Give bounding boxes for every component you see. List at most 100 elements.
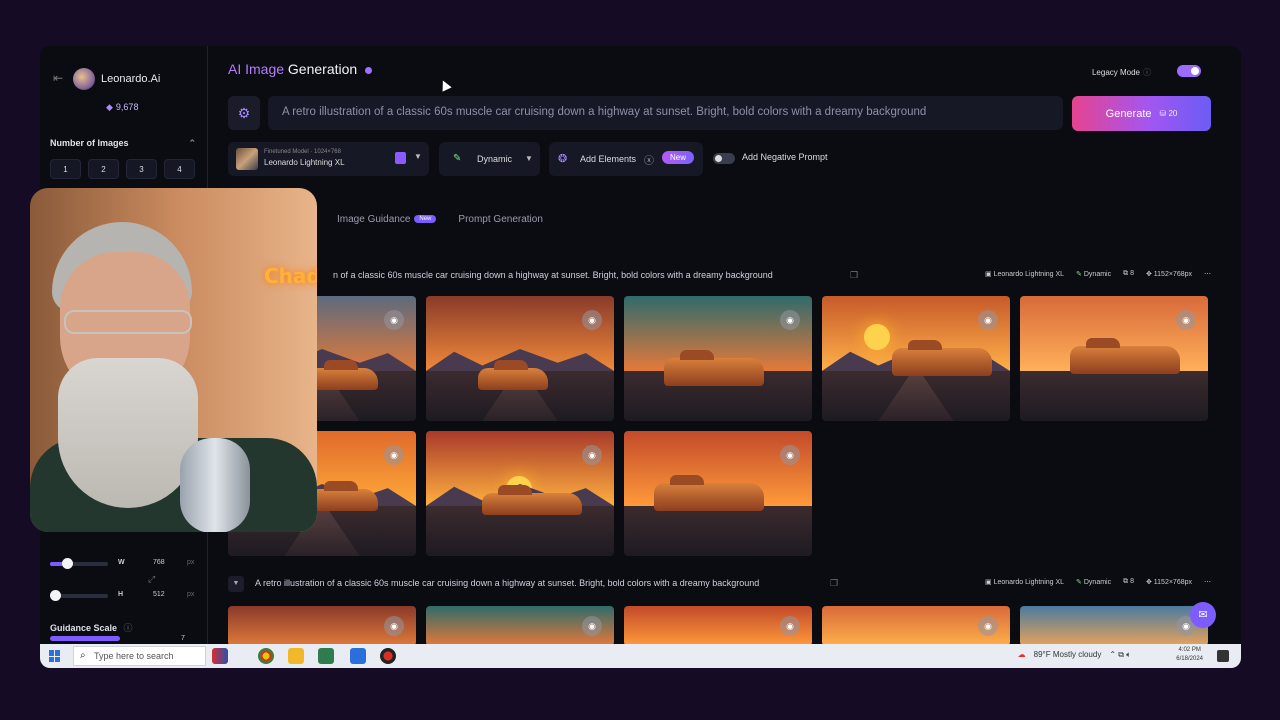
num-images-option-3[interactable]: 3: [126, 159, 157, 179]
taskbar-app-icon[interactable]: [212, 648, 228, 664]
width-unit: px: [187, 559, 195, 566]
back-arrow-icon[interactable]: ⇤: [53, 71, 63, 85]
windows-taskbar: ⌕ Type here to search ☁ 89°F Mostly clou…: [40, 644, 1241, 668]
chevron-down-icon[interactable]: ▼: [525, 154, 533, 163]
taskbar-app-icon[interactable]: [318, 648, 334, 664]
generated-image[interactable]: ◉: [1020, 606, 1208, 646]
generate-label: Generate: [1105, 107, 1152, 120]
generation-header: ▼ A retro illustration of a classic 60s …: [228, 576, 1211, 592]
generation-header: n of a classic 60s muscle car cruising d…: [228, 268, 1211, 284]
num-images-option-2[interactable]: 2: [88, 159, 119, 179]
eye-icon[interactable]: ◉: [384, 310, 404, 330]
model-badge-icon: [395, 152, 406, 164]
height-value[interactable]: 512: [153, 591, 165, 598]
tray-icons[interactable]: ⌃ ⧉ 🔈︎: [1109, 650, 1131, 660]
generated-image[interactable]: ◉: [624, 296, 812, 421]
generated-image[interactable]: ◉: [624, 431, 812, 556]
clock[interactable]: 4:02 PM 6/18/2024: [1176, 646, 1203, 664]
style-selector[interactable]: ✎ Dynamic ▼: [439, 142, 540, 176]
eye-icon[interactable]: ◉: [384, 445, 404, 465]
neon-sign: Chad K: [264, 264, 317, 288]
num-images-option-4[interactable]: 4: [164, 159, 195, 179]
chat-support-button[interactable]: ✉: [1190, 602, 1216, 628]
info-icon[interactable]: ⓘ: [1143, 68, 1151, 77]
width-value[interactable]: 768: [153, 559, 165, 566]
copy-icon[interactable]: ❐: [830, 578, 838, 589]
generated-image[interactable]: ◉: [822, 296, 1010, 421]
info-icon[interactable]: ⓘ: [124, 623, 133, 633]
info-icon[interactable]: ⓧ: [644, 152, 654, 167]
chrome-icon[interactable]: [258, 648, 274, 664]
eye-icon[interactable]: ◉: [384, 616, 404, 636]
main-panel: AI Image Generation Legacy Mode ⓘ ⚙ A ret…: [208, 46, 1241, 646]
presenter-beard: [58, 358, 198, 508]
generate-cost: ⛁ 20: [1159, 109, 1178, 118]
taskbar-app-icon[interactable]: [350, 648, 366, 664]
prompt-magic-icon[interactable]: ⚙: [228, 96, 260, 130]
brand-name: Leonardo.Ai: [101, 73, 161, 85]
eye-icon[interactable]: ◉: [978, 616, 998, 636]
size-tag: ✥ 1152×768px: [1145, 579, 1192, 586]
eye-icon[interactable]: ◉: [780, 616, 800, 636]
width-slider-track[interactable]: [50, 562, 108, 566]
tab-image-guidance[interactable]: Image Guidance New: [337, 214, 437, 225]
eye-icon[interactable]: ◉: [1176, 310, 1196, 330]
guidance-scale-label: Guidance Scale: [50, 623, 118, 633]
generated-image[interactable]: ◉: [822, 606, 1010, 646]
more-options-icon[interactable]: ⋯: [1204, 578, 1211, 586]
add-elements-button[interactable]: ❂ Add Elements ⓧ New: [549, 142, 703, 176]
generated-image[interactable]: ◉: [1020, 296, 1208, 421]
model-caption: Finetuned Model · 1024×768: [264, 149, 341, 155]
eye-icon[interactable]: ◉: [582, 310, 602, 330]
copy-icon[interactable]: ❐: [850, 270, 858, 281]
height-slider-knob[interactable]: [50, 590, 61, 601]
width-slider-knob[interactable]: [62, 558, 73, 569]
link-dimensions-icon[interactable]: ⤢: [148, 574, 155, 585]
collapse-icon[interactable]: ▼: [228, 576, 244, 592]
prompt-input[interactable]: A retro illustration of a classic 60s mu…: [268, 96, 1063, 130]
webcam-overlay: Chad K: [30, 188, 317, 532]
style-tag: ✎ Dynamic: [1076, 579, 1112, 586]
new-badge: New: [662, 151, 695, 164]
windows-start-icon[interactable]: [49, 650, 61, 662]
tab-prompt-generation[interactable]: Prompt Generation: [458, 214, 543, 225]
eye-icon[interactable]: ◉: [582, 616, 602, 636]
negative-prompt-toggle[interactable]: [713, 153, 735, 164]
taskbar-search[interactable]: ⌕ Type here to search: [73, 646, 206, 666]
num-images-header[interactable]: Number of Images ⌃: [50, 138, 200, 148]
chevron-down-icon[interactable]: ▼: [414, 152, 422, 161]
generation-prompt: n of a classic 60s muscle car cruising d…: [333, 270, 773, 280]
generated-image[interactable]: ◉: [426, 431, 614, 556]
generate-button[interactable]: Generate ⛁ 20: [1072, 96, 1211, 131]
generated-image[interactable]: ◉: [426, 296, 614, 421]
chevron-up-icon[interactable]: ⌃: [188, 138, 196, 149]
token-count: 9,678: [115, 102, 139, 112]
weather-tray[interactable]: ☁ 89°F Mostly cloudy ⌃ ⧉ 🔈︎: [1018, 650, 1131, 660]
guidance-scale-slider[interactable]: [50, 636, 120, 641]
eye-icon[interactable]: ◉: [780, 445, 800, 465]
eye-icon[interactable]: ◉: [780, 310, 800, 330]
recorder-icon[interactable]: [380, 648, 396, 664]
negative-prompt-label[interactable]: Add Negative Prompt: [742, 152, 828, 162]
style-tag: ✎ Dynamic: [1076, 271, 1112, 278]
width-label: W: [118, 559, 125, 566]
guidance-scale-header: Guidance Scale ⓘ: [50, 621, 133, 634]
generated-image[interactable]: ◉: [228, 606, 416, 646]
num-images-option-1[interactable]: 1: [50, 159, 81, 179]
eye-icon[interactable]: ◉: [978, 310, 998, 330]
model-thumbnail: [236, 148, 258, 170]
notifications-icon[interactable]: [1217, 650, 1229, 662]
legacy-mode-toggle[interactable]: [1177, 65, 1201, 77]
eye-icon[interactable]: ◉: [582, 445, 602, 465]
generated-image[interactable]: ◉: [426, 606, 614, 646]
model-selector[interactable]: Finetuned Model · 1024×768 Leonardo Ligh…: [228, 142, 429, 176]
model-tag: ▣ Leonardo Lightning XL: [985, 579, 1065, 586]
height-unit: px: [187, 591, 195, 598]
file-explorer-icon[interactable]: [288, 648, 304, 664]
more-options-icon[interactable]: ⋯: [1204, 270, 1211, 278]
brush-icon: ✎: [453, 153, 462, 164]
model-name: Leonardo Lightning XL: [264, 158, 345, 167]
style-label: Dynamic: [477, 154, 513, 164]
title-ai: AI Image: [228, 61, 285, 77]
generated-image[interactable]: ◉: [624, 606, 812, 646]
